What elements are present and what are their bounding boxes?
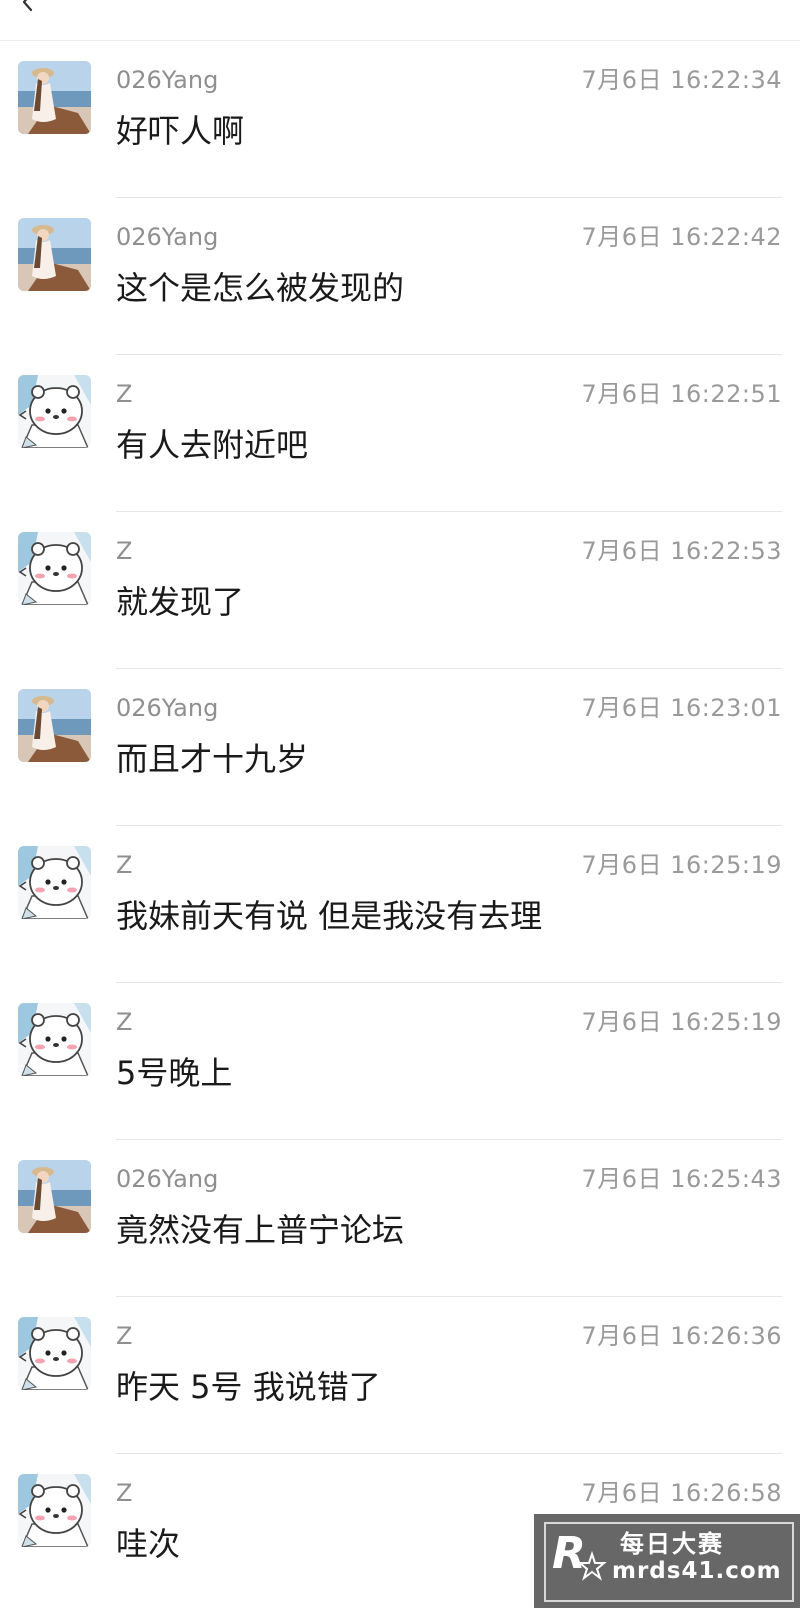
sender-name: 026Yang (116, 1165, 219, 1193)
watermark-url: mrds41.com (612, 1558, 782, 1584)
message-item[interactable]: Z 7月6日 16:22:51 有人去附近吧 (0, 355, 800, 512)
message-text: 哇次 (116, 1525, 181, 1563)
message-text: 昨天 5号 我说错了 (116, 1368, 381, 1406)
watermark-title: 每日大赛 (620, 1530, 724, 1558)
cartoon-bear-avatar[interactable] (18, 1474, 91, 1547)
message-timestamp: 7月6日 16:22:51 (581, 380, 782, 408)
message-text: 竟然没有上普宁论坛 (116, 1211, 405, 1249)
svg-text:R: R (552, 1528, 586, 1579)
message-item[interactable]: 026Yang 7月6日 16:22:42 这个是怎么被发现的 (0, 198, 800, 355)
sender-name: Z (116, 537, 133, 565)
message-item[interactable]: Z 7月6日 16:25:19 我妹前天有说 但是我没有去理 (0, 826, 800, 983)
girl-photo-avatar[interactable] (18, 689, 91, 762)
message-list[interactable]: 026Yang 7月6日 16:22:34 好吓人啊 026Yang 7月6日 16:… (0, 41, 800, 1608)
sender-name: Z (116, 380, 133, 408)
sender-name: Z (116, 851, 133, 879)
message-item[interactable]: Z 7月6日 16:25:19 5号晚上 (0, 983, 800, 1140)
girl-photo-avatar[interactable] (18, 61, 91, 134)
cartoon-bear-avatar[interactable] (18, 375, 91, 448)
message-item[interactable]: 026Yang 7月6日 16:23:01 而且才十九岁 (0, 669, 800, 826)
chat-history-screen: 026Yang 7月6日 16:22:34 好吓人啊 026Yang 7月6日 16:… (0, 0, 800, 1608)
top-bar (0, 0, 800, 41)
cartoon-bear-avatar[interactable] (18, 1003, 91, 1076)
site-watermark: R 每日大赛 mrds41.com (534, 1514, 800, 1608)
cartoon-bear-avatar[interactable] (18, 532, 91, 605)
message-timestamp: 7月6日 16:25:43 (581, 1165, 782, 1193)
message-timestamp: 7月6日 16:22:34 (581, 66, 782, 94)
sender-name: 026Yang (116, 66, 219, 94)
cartoon-bear-avatar[interactable] (18, 1317, 91, 1390)
r-star-logo-icon: R (552, 1528, 607, 1581)
back-arrow-icon[interactable] (16, 0, 40, 16)
sender-name: Z (116, 1479, 133, 1507)
cartoon-bear-avatar[interactable] (18, 846, 91, 919)
message-timestamp: 7月6日 16:22:53 (581, 537, 782, 565)
message-item[interactable]: 026Yang 7月6日 16:22:34 好吓人啊 (0, 41, 800, 198)
message-timestamp: 7月6日 16:26:36 (581, 1322, 782, 1350)
message-item[interactable]: Z 7月6日 16:22:53 就发现了 (0, 512, 800, 669)
message-timestamp: 7月6日 16:22:42 (581, 223, 782, 251)
message-timestamp: 7月6日 16:25:19 (581, 851, 782, 879)
message-text: 而且才十九岁 (116, 740, 309, 778)
message-text: 5号晚上 (116, 1054, 233, 1092)
message-timestamp: 7月6日 16:25:19 (581, 1008, 782, 1036)
girl-photo-avatar[interactable] (18, 218, 91, 291)
message-item[interactable]: Z 7月6日 16:26:36 昨天 5号 我说错了 (0, 1297, 800, 1454)
message-text: 就发现了 (116, 583, 245, 621)
message-item[interactable]: 026Yang 7月6日 16:25:43 竟然没有上普宁论坛 (0, 1140, 800, 1297)
girl-photo-avatar[interactable] (18, 1160, 91, 1233)
message-timestamp: 7月6日 16:26:58 (581, 1479, 782, 1507)
message-text: 好吓人啊 (116, 112, 245, 150)
message-text: 我妹前天有说 但是我没有去理 (116, 897, 543, 935)
message-timestamp: 7月6日 16:23:01 (581, 694, 782, 722)
sender-name: 026Yang (116, 694, 219, 722)
message-text: 这个是怎么被发现的 (116, 269, 405, 307)
sender-name: Z (116, 1322, 133, 1350)
sender-name: Z (116, 1008, 133, 1036)
sender-name: 026Yang (116, 223, 219, 251)
message-text: 有人去附近吧 (116, 426, 309, 464)
